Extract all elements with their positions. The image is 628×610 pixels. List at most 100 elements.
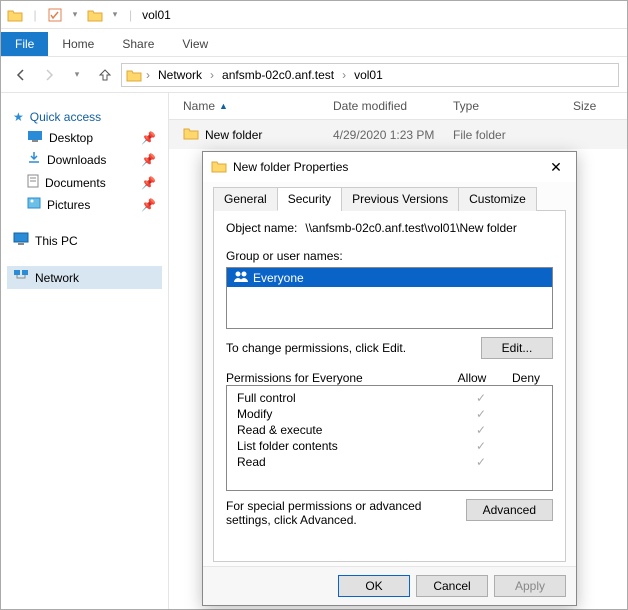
pictures-icon xyxy=(27,197,41,212)
tab-home[interactable]: Home xyxy=(48,32,108,56)
column-name[interactable]: Name ▲ xyxy=(177,97,327,115)
file-name: New folder xyxy=(205,128,262,142)
cancel-button[interactable]: Cancel xyxy=(416,575,488,597)
network-icon xyxy=(13,269,29,286)
checkbox-icon[interactable] xyxy=(47,7,63,23)
allow-check-icon: ✓ xyxy=(458,455,504,469)
crumb-host[interactable]: anfsmb-02c0.anf.test xyxy=(218,66,338,84)
recent-dropdown[interactable]: ▾ xyxy=(65,63,89,87)
sidebar-label: Quick access xyxy=(30,110,156,124)
sidebar-item-label: Pictures xyxy=(47,198,135,212)
dialog-titlebar: New folder Properties ✕ xyxy=(203,152,576,182)
monitor-icon xyxy=(13,232,29,249)
star-icon: ★ xyxy=(13,110,24,124)
chevron-down-icon[interactable]: ▾ xyxy=(67,7,83,23)
ribbon-tabs: File Home Share View xyxy=(1,29,627,57)
crumb-vol[interactable]: vol01 xyxy=(350,66,387,84)
crumb-network[interactable]: Network xyxy=(154,66,206,84)
sort-asc-icon: ▲ xyxy=(219,101,228,111)
properties-dialog: New folder Properties ✕ General Security… xyxy=(202,151,577,606)
tab-general[interactable]: General xyxy=(213,187,278,211)
sidebar-network[interactable]: Network xyxy=(7,266,162,289)
advanced-button[interactable]: Advanced xyxy=(466,499,553,521)
file-date: 4/29/2020 1:23 PM xyxy=(327,126,447,144)
allow-check-icon: ✓ xyxy=(458,423,504,437)
perm-name: Full control xyxy=(233,391,458,405)
table-row[interactable]: New folder 4/29/2020 1:23 PM File folder xyxy=(169,120,627,149)
breadcrumb-sep[interactable]: › xyxy=(208,68,216,82)
dialog-footer: OK Cancel Apply xyxy=(203,566,576,605)
deny-header: Deny xyxy=(499,371,553,385)
tab-security[interactable]: Security xyxy=(277,187,342,211)
sidebar-item-pictures[interactable]: Pictures 📌 xyxy=(7,194,162,215)
pin-icon: 📌 xyxy=(141,153,156,167)
column-label: Name xyxy=(183,99,215,113)
sidebar-item-desktop[interactable]: Desktop 📌 xyxy=(7,127,162,148)
column-size[interactable]: Size xyxy=(567,97,627,115)
qat-divider: | xyxy=(129,8,132,22)
sidebar-item-label: Downloads xyxy=(47,153,135,167)
perm-row: List folder contents✓ xyxy=(233,438,550,454)
sidebar-item-label: Network xyxy=(35,271,156,285)
perm-row: Read✓ xyxy=(233,454,550,470)
tab-content: Object name: \\anfsmb-02c0.anf.test\vol0… xyxy=(213,211,566,562)
documents-icon xyxy=(27,174,39,191)
group-item-everyone[interactable]: Everyone xyxy=(227,268,552,287)
back-button[interactable] xyxy=(9,63,33,87)
pin-icon: 📌 xyxy=(141,131,156,145)
up-button[interactable] xyxy=(93,63,117,87)
edit-button[interactable]: Edit... xyxy=(481,337,553,359)
file-tab[interactable]: File xyxy=(1,32,48,56)
perm-row: Full control✓ xyxy=(233,390,550,406)
sidebar-item-documents[interactable]: Documents 📌 xyxy=(7,171,162,194)
allow-header: Allow xyxy=(445,371,499,385)
column-type[interactable]: Type xyxy=(447,97,567,115)
qat-separator: | xyxy=(27,7,43,23)
perm-name: Read xyxy=(233,455,458,469)
dialog-tabs: General Security Previous Versions Custo… xyxy=(213,186,566,211)
close-button[interactable]: ✕ xyxy=(544,159,568,176)
downloads-icon xyxy=(27,151,41,168)
ok-button[interactable]: OK xyxy=(338,575,410,597)
tab-customize[interactable]: Customize xyxy=(458,187,537,211)
folder-icon xyxy=(211,159,227,176)
object-name-label: Object name: xyxy=(226,221,297,235)
allow-check-icon: ✓ xyxy=(458,439,504,453)
window-title: vol01 xyxy=(142,8,171,22)
sidebar-quick-access[interactable]: ★ Quick access xyxy=(7,107,162,127)
perm-name: Modify xyxy=(233,407,458,421)
perm-name: Read & execute xyxy=(233,423,458,437)
permissions-list[interactable]: Full control✓ Modify✓ Read & execute✓ Li… xyxy=(226,385,553,491)
users-icon xyxy=(233,270,249,285)
tab-previous-versions[interactable]: Previous Versions xyxy=(341,187,459,211)
perm-row: Read & execute✓ xyxy=(233,422,550,438)
group-names-label: Group or user names: xyxy=(226,249,553,263)
pin-icon: 📌 xyxy=(141,198,156,212)
column-date[interactable]: Date modified xyxy=(327,97,447,115)
desktop-icon xyxy=(27,130,43,145)
breadcrumb-sep[interactable]: › xyxy=(144,68,152,82)
sidebar-item-label: Desktop xyxy=(49,131,135,145)
qat-dropdown-icon[interactable]: ▾ xyxy=(107,7,123,23)
file-type: File folder xyxy=(447,126,567,144)
object-name-value: \\anfsmb-02c0.anf.test\vol01\New folder xyxy=(305,221,516,239)
group-item-label: Everyone xyxy=(253,271,304,285)
advanced-hint: For special permissions or advanced sett… xyxy=(226,499,446,527)
folder-icon xyxy=(7,7,23,23)
group-list[interactable]: Everyone xyxy=(226,267,553,329)
sidebar-item-downloads[interactable]: Downloads 📌 xyxy=(7,148,162,171)
allow-check-icon: ✓ xyxy=(458,391,504,405)
sidebar-item-label: Documents xyxy=(45,176,135,190)
nav-row: ▾ › Network › anfsmb-02c0.anf.test › vol… xyxy=(1,57,627,93)
titlebar: | ▾ ▾ | vol01 xyxy=(1,1,627,29)
address-folder-icon xyxy=(126,67,142,83)
address-bar[interactable]: › Network › anfsmb-02c0.anf.test › vol01 xyxy=(121,63,619,87)
perm-row: Modify✓ xyxy=(233,406,550,422)
folder-small-icon xyxy=(87,7,103,23)
sidebar-this-pc[interactable]: This PC xyxy=(7,229,162,252)
tab-share[interactable]: Share xyxy=(108,32,168,56)
sidebar: ★ Quick access Desktop 📌 Downloads 📌 Doc… xyxy=(1,93,169,609)
tab-view[interactable]: View xyxy=(168,32,222,56)
folder-icon xyxy=(183,126,199,143)
breadcrumb-sep[interactable]: › xyxy=(340,68,348,82)
